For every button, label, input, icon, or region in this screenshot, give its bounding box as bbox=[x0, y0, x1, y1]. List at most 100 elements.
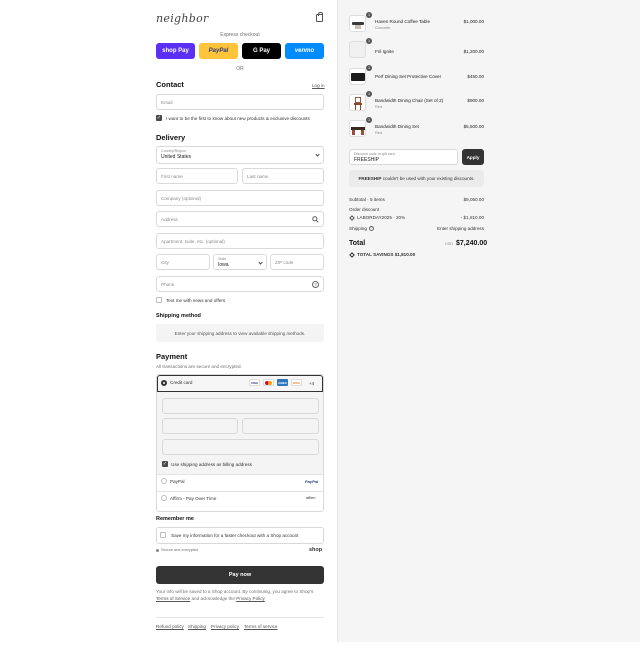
order-discount-label: Order discount bbox=[349, 207, 380, 212]
card-number-field[interactable] bbox=[162, 398, 319, 414]
credit-card-radio[interactable] bbox=[161, 380, 167, 386]
quantity-badge: 1 bbox=[366, 91, 372, 97]
product-name: Fril Ignite bbox=[375, 49, 394, 54]
legal-line-2: Terms of Service and acknowledge the Pri… bbox=[156, 596, 265, 601]
text-me-checkbox[interactable] bbox=[156, 297, 162, 303]
help-icon[interactable]: ? bbox=[312, 281, 319, 288]
dining-chair-image bbox=[352, 130, 355, 135]
discount-error-notice: FREESHIP couldn't be used with your exis… bbox=[349, 170, 484, 187]
chair-leg-image bbox=[355, 105, 356, 110]
apartment-field[interactable]: Apartment, suite, etc. (optional) bbox=[156, 233, 324, 249]
apply-discount-button[interactable]: Apply bbox=[462, 149, 484, 165]
affirm-radio[interactable] bbox=[161, 495, 167, 501]
company-placeholder: Company (optional) bbox=[161, 195, 202, 201]
phone-field[interactable]: Phone ? bbox=[156, 276, 324, 292]
product-thumbnail bbox=[349, 120, 366, 137]
privacy-link[interactable]: Privacy Policy bbox=[236, 596, 265, 601]
state-value: Iowa bbox=[218, 262, 229, 268]
venmo-button[interactable]: venmo bbox=[285, 43, 324, 59]
billing-same-checkbox[interactable]: ✓ bbox=[162, 461, 168, 467]
zip-field[interactable]: ZIP code bbox=[270, 254, 324, 270]
shipping-help-icon[interactable]: ? bbox=[369, 226, 374, 231]
footer-shipping-link[interactable]: Shipping bbox=[188, 624, 206, 629]
paypal-radio[interactable] bbox=[161, 478, 167, 484]
chair-leg-image bbox=[360, 105, 361, 110]
search-icon bbox=[312, 216, 319, 223]
paypal-logo-icon: PayPal bbox=[305, 479, 319, 484]
footer-privacy-link[interactable]: Privacy policy bbox=[211, 624, 239, 629]
mastercard-icon bbox=[263, 379, 274, 386]
email-placeholder: Email bbox=[161, 99, 173, 105]
paypal-button[interactable]: PayPal bbox=[199, 43, 238, 59]
discount-code-field[interactable]: Discount code or gift card FREESHIP bbox=[349, 149, 458, 165]
product-price: $450.00 bbox=[467, 74, 484, 79]
expiry-field[interactable] bbox=[162, 418, 238, 434]
last-name-field[interactable]: Last name bbox=[242, 168, 324, 184]
order-summary-panel bbox=[337, 0, 640, 642]
product-thumbnail bbox=[349, 68, 366, 85]
delivery-title: Delivery bbox=[156, 133, 186, 142]
pay-now-button[interactable]: Pay now bbox=[156, 566, 324, 584]
address-field[interactable]: Address bbox=[156, 211, 324, 227]
page-bottom bbox=[0, 642, 640, 669]
shipping-method-placeholder: Enter your shipping address to view avai… bbox=[156, 324, 324, 342]
shipping-label: Shipping bbox=[349, 226, 367, 231]
payment-subtitle: All transactions are secure and encrypte… bbox=[156, 364, 242, 369]
credit-card-label: Credit card bbox=[170, 380, 193, 385]
first-name-field[interactable]: First name bbox=[156, 168, 238, 184]
product-variant: Red bbox=[375, 105, 382, 109]
newsletter-label: I want to be the first to know about new… bbox=[166, 116, 310, 121]
paypal-label: PayPal bbox=[170, 479, 185, 484]
notice-text: couldn't be used with your existing disc… bbox=[382, 176, 475, 181]
amex-icon: AMEX bbox=[277, 379, 288, 386]
remember-me-title: Remember me bbox=[156, 516, 194, 522]
notice-code: FREESHIP bbox=[358, 176, 382, 181]
product-name: Perf Dining Set Protective Cover bbox=[375, 74, 442, 79]
phone-placeholder: Phone bbox=[161, 281, 175, 287]
first-name-placeholder: First name bbox=[161, 173, 183, 179]
discount-field-label: Discount code or gift card bbox=[354, 152, 395, 156]
product-price: $1,000.00 bbox=[463, 19, 484, 24]
legal-text: Your info will be saved to a Shop accoun… bbox=[156, 589, 314, 594]
brand-logo[interactable]: neighbor bbox=[156, 12, 209, 25]
lock-icon bbox=[156, 549, 159, 552]
quantity-badge: 1 bbox=[366, 117, 372, 123]
security-code-field[interactable] bbox=[242, 418, 319, 434]
payment-title: Payment bbox=[156, 352, 188, 361]
table-base-image bbox=[355, 25, 361, 29]
name-on-card-field[interactable] bbox=[162, 439, 319, 455]
footer-terms-link[interactable]: Terms of service bbox=[244, 624, 277, 629]
save-info-label: Save my information for a faster checkou… bbox=[171, 533, 299, 538]
country-select[interactable]: Country/Region United States bbox=[156, 146, 324, 164]
product-variant: Concrete bbox=[375, 26, 391, 30]
footer-refund-link[interactable]: Refund policy bbox=[156, 624, 184, 629]
or-divider: OR bbox=[236, 66, 244, 72]
dining-chair-image bbox=[361, 130, 364, 135]
shopping-bag-icon[interactable] bbox=[316, 12, 323, 22]
state-label: State bbox=[218, 257, 227, 261]
total-savings: TOTAL SAVINGS $1,810.00 bbox=[357, 252, 415, 257]
product-name: Bandwidth Dining Set bbox=[375, 124, 419, 129]
chevron-down-icon bbox=[258, 260, 263, 265]
newsletter-checkbox[interactable]: ✓ bbox=[156, 115, 162, 121]
chevron-down-icon bbox=[315, 152, 320, 157]
state-select[interactable]: State Iowa bbox=[213, 254, 267, 270]
shipping-value: Enter shipping address bbox=[437, 226, 484, 231]
google-pay-button[interactable]: G Pay bbox=[242, 43, 281, 59]
text-me-label: Text me with news and offers bbox=[166, 298, 226, 303]
country-value: United States bbox=[161, 154, 192, 160]
shop-logo-icon: shop bbox=[309, 547, 323, 553]
currency-code: USD bbox=[445, 242, 454, 246]
discount-amount: - $1,810.00 bbox=[460, 215, 484, 220]
discount-field-value: FREESHIP bbox=[354, 157, 380, 163]
product-variant: Red bbox=[375, 131, 382, 135]
discount-code-applied: LABORDAY2025 · 20% bbox=[357, 215, 406, 220]
login-link[interactable]: Log in bbox=[312, 83, 325, 88]
terms-link[interactable]: Terms of Service bbox=[156, 596, 190, 601]
shop-pay-button[interactable]: shop Pay bbox=[156, 43, 195, 59]
company-field[interactable]: Company (optional) bbox=[156, 190, 324, 206]
product-thumbnail bbox=[349, 94, 366, 111]
email-field[interactable]: Email bbox=[156, 94, 324, 110]
city-field[interactable]: City bbox=[156, 254, 210, 270]
save-info-checkbox[interactable] bbox=[160, 532, 166, 538]
